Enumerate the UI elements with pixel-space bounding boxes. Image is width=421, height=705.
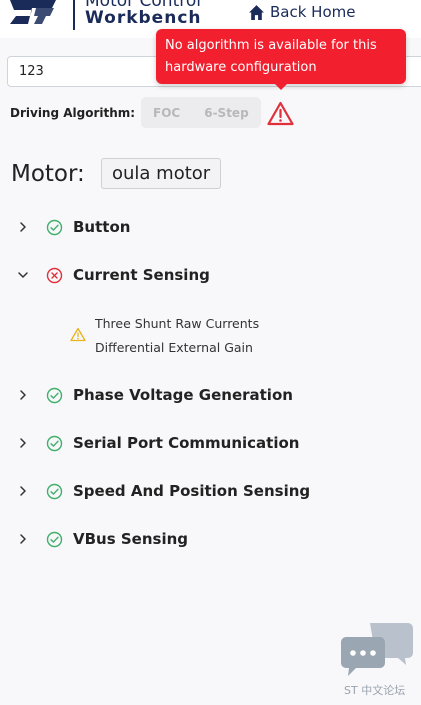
- tooltip-arrow: [274, 83, 288, 90]
- tree-item-label: Speed And Position Sensing: [73, 482, 311, 500]
- driving-algorithm-toggle: FOC 6-Step: [141, 97, 261, 128]
- tree-item-label: Serial Port Communication: [73, 434, 300, 452]
- algorithm-warning-icon[interactable]: [267, 101, 294, 126]
- warning-icon: [70, 327, 86, 342]
- chevron-right-icon: [20, 534, 26, 544]
- back-home-link[interactable]: Back Home: [248, 3, 355, 21]
- back-home-label: Back Home: [270, 3, 356, 21]
- check-circle-icon: [46, 387, 63, 403]
- tree-item-button[interactable]: Button: [0, 215, 421, 239]
- check-circle-icon: [46, 531, 63, 547]
- tree-item-label: Current Sensing: [73, 266, 210, 284]
- chevron-right-icon: [20, 438, 26, 448]
- chat-bubbles-icon[interactable]: [340, 621, 414, 677]
- home-icon: [249, 4, 264, 20]
- tree-item-phase-voltage-generation[interactable]: Phase Voltage Generation: [0, 383, 421, 407]
- tree-item-speed-and-position-sensing[interactable]: Speed And Position Sensing: [0, 479, 421, 503]
- st-logo-icon: [10, 0, 56, 24]
- tree-item-current-sensing[interactable]: Current Sensing: [0, 263, 421, 287]
- tree-item-serial-port-communication[interactable]: Serial Port Communication: [0, 431, 421, 455]
- chevron-right-icon: [20, 222, 26, 232]
- error-tooltip: No algorithm is available for this hardw…: [156, 29, 406, 84]
- check-circle-icon: [46, 219, 63, 235]
- forum-label: ST 中文论坛: [344, 684, 406, 697]
- algorithm-option-foc[interactable]: FOC: [141, 106, 192, 120]
- check-circle-icon: [46, 435, 63, 451]
- error-circle-icon: [46, 267, 63, 283]
- current-sensing-detail: Three Shunt Raw Currents: [95, 316, 260, 331]
- motor-name-chip[interactable]: oula motor: [101, 158, 222, 189]
- current-sensing-detail: Differential External Gain: [95, 340, 253, 355]
- driving-algorithm-label: Driving Algorithm:: [10, 106, 136, 120]
- tree-item-label: Phase Voltage Generation: [73, 386, 293, 404]
- tree-item-label: VBus Sensing: [73, 530, 189, 548]
- tree-item-label: Button: [73, 218, 131, 236]
- check-circle-icon: [46, 483, 63, 499]
- motor-label: Motor:: [11, 161, 85, 187]
- app-title-line2: Workbench: [85, 8, 202, 28]
- chevron-right-icon: [20, 390, 26, 400]
- chevron-down-icon: [18, 272, 28, 278]
- tree-item-vbus-sensing[interactable]: VBus Sensing: [0, 527, 421, 551]
- logo-divider: [73, 0, 75, 30]
- algorithm-option-6step[interactable]: 6-Step: [192, 106, 260, 120]
- chevron-right-icon: [20, 486, 26, 496]
